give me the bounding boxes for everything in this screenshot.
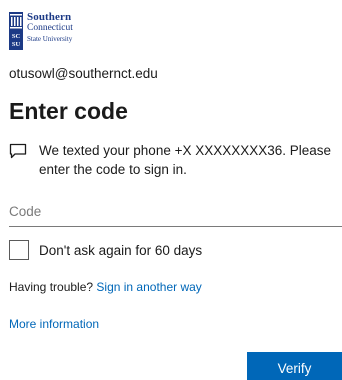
verify-button[interactable]: Verify <box>247 352 342 380</box>
svg-text:SU: SU <box>12 41 21 48</box>
brand-line-1: Southern <box>27 11 72 23</box>
dont-ask-again-label[interactable]: Don't ask again for 60 days <box>39 243 202 258</box>
help-prefix: Having trouble? <box>9 280 94 294</box>
code-input[interactable] <box>9 196 342 227</box>
remember-option: Don't ask again for 60 days <box>9 240 202 260</box>
brand-line-3: State University <box>27 34 73 43</box>
brand-line-2: Connecticut <box>27 23 73 33</box>
university-wordmark: Southern Connecticut State University <box>27 12 73 43</box>
account-identity: otusowl@southernct.edu <box>9 66 158 81</box>
university-seal-icon: SC SU <box>9 12 23 50</box>
university-logo: SC SU Southern Connecticut State Univers… <box>9 12 73 50</box>
sign-in-page: SC SU Southern Connecticut State Univers… <box>0 0 342 380</box>
chat-message-icon <box>9 143 27 159</box>
more-information-link[interactable]: More information <box>9 317 99 331</box>
message-line-2: enter the code to sign in. <box>39 162 187 177</box>
sms-message: We texted your phone +X XXXXXXXX36. Plea… <box>9 141 342 179</box>
help-row: Having trouble? Sign in another way <box>9 280 202 294</box>
message-line-1: We texted your phone +X XXXXXXXX36. Plea… <box>39 143 332 158</box>
svg-text:SC: SC <box>12 33 21 40</box>
message-text: We texted your phone +X XXXXXXXX36. Plea… <box>39 141 331 179</box>
page-title: Enter code <box>9 98 128 124</box>
sign-in-another-way-link[interactable]: Sign in another way <box>96 280 201 294</box>
dont-ask-again-checkbox[interactable] <box>9 240 29 260</box>
